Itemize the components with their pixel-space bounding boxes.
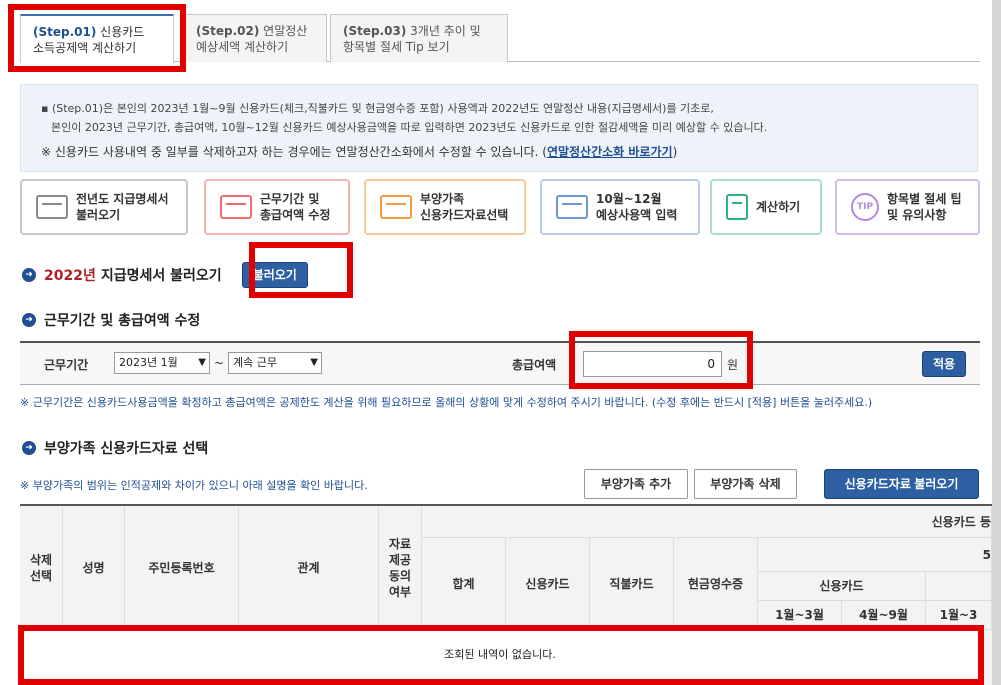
- tab-step-01[interactable]: (Step.01) 신용카드 소득공제액 계산하기: [20, 14, 174, 63]
- section-year: 2022년: [44, 268, 96, 284]
- step-tips[interactable]: TIP 항목별 절세 팁및 유의사항: [835, 179, 980, 235]
- load-card-data-button[interactable]: 신용카드자료 불러오기: [824, 469, 979, 499]
- info-line-1: ▪ (Step.01)은 본인의 2023년 1월~9월 신용카드(체크,직불카…: [41, 102, 714, 115]
- section-title: 근무기간 및 총급여액 수정: [44, 313, 201, 329]
- delete-dependent-button[interactable]: 부양가족 삭제: [694, 469, 797, 499]
- section-title: 지급명세서 불러오기: [100, 268, 222, 284]
- section-load-statement: ➜ 2022년 지급명세서 불러오기 불러오기: [22, 262, 308, 288]
- step-tabs: (Step.01) 신용카드 소득공제액 계산하기 (Step.02) 연말정산…: [20, 14, 980, 63]
- col-group-five: 5: [758, 538, 992, 572]
- tab-title: 3개년 추이 및: [410, 24, 481, 38]
- arrow-icon: ➜: [22, 313, 36, 327]
- scrollbar-track[interactable]: [992, 0, 1001, 685]
- col-group-card: 신용카드 등: [422, 506, 992, 538]
- section-title: 부양가족 신용카드자료 선택: [44, 441, 209, 457]
- tip-icon: TIP: [851, 193, 879, 221]
- col-name: 성명: [63, 506, 125, 630]
- col-rrn: 주민등록번호: [125, 506, 239, 630]
- info-line-2: 본인이 2023년 근무기간, 총급여액, 10월~12월 신용카드 예상사용금…: [51, 121, 768, 134]
- step-label: 총급여액 수정: [260, 208, 331, 222]
- step-label: 항목별 절세 팁: [887, 192, 962, 206]
- add-dependent-button[interactable]: 부양가족 추가: [584, 469, 688, 499]
- calendar-grid-icon: [220, 195, 252, 219]
- col-debit: 직불카드: [590, 538, 674, 630]
- select-value: 계속 근무: [233, 356, 277, 369]
- col-total: 합계: [422, 538, 506, 630]
- info-box: ▪ (Step.01)은 본인의 2023년 1월~9월 신용카드(체크,직불카…: [20, 84, 978, 172]
- select-value: 2023년 1월: [119, 356, 178, 369]
- tab-step-label: (Step.03): [343, 24, 407, 38]
- tab-title: 항목별 절세 Tip 보기: [343, 40, 450, 54]
- section-period-salary: ➜ 근무기간 및 총급여액 수정: [22, 310, 200, 330]
- section-dependents: ➜ 부양가족 신용카드자료 선택: [22, 438, 208, 458]
- tab-step-label: (Step.01): [33, 25, 97, 39]
- step-label: 예상사용액 입력: [596, 208, 678, 222]
- step-label: 부양가족: [420, 192, 465, 206]
- tab-step-label: (Step.02): [196, 24, 260, 38]
- arrow-icon: ➜: [22, 268, 36, 282]
- empty-message: 조회된 내역이 없습니다.: [20, 628, 980, 680]
- chevron-down-icon: ▼: [310, 357, 318, 368]
- step-edit-period[interactable]: 근무기간 및총급여액 수정: [204, 179, 350, 235]
- simplified-service-link[interactable]: 연말정산간소화 바로가기: [547, 145, 673, 159]
- page: (Step.01) 신용카드 소득공제액 계산하기 (Step.02) 연말정산…: [0, 0, 992, 685]
- salary-input[interactable]: 0: [583, 351, 722, 377]
- info-note-end: ): [672, 145, 678, 159]
- credit-card-icon: [556, 195, 588, 219]
- period-label: 근무기간: [44, 358, 89, 372]
- tab-step-03[interactable]: (Step.03) 3개년 추이 및 항목별 절세 Tip 보기: [330, 14, 508, 62]
- col-credit: 신용카드: [506, 538, 590, 630]
- chevron-down-icon: ▼: [198, 357, 206, 368]
- col-consent: 자료 제공 동의 여부: [379, 506, 422, 630]
- col-blank: [926, 572, 992, 601]
- step-label: 및 유의사항: [887, 208, 947, 222]
- step-label: 근무기간 및: [260, 192, 320, 206]
- step-label: 불러오기: [76, 208, 121, 222]
- arrow-icon: ➜: [22, 441, 36, 455]
- col-credit-sub: 신용카드: [758, 572, 926, 601]
- salary-unit: 원: [727, 358, 739, 372]
- tab-step-02[interactable]: (Step.02) 연말정산 예상세액 계산하기: [183, 14, 327, 62]
- step-label: 전년도 지급명세서: [76, 192, 169, 206]
- step-load-statement[interactable]: 전년도 지급명세서불러오기: [20, 179, 188, 235]
- info-note: ※ 신용카드 사용내역 중 일부를 삭제하고자 하는 경우에는 연말정산간소화에…: [41, 145, 547, 159]
- col-q1: 1월~3월: [758, 601, 842, 630]
- col-q3: 1월~3: [926, 601, 992, 630]
- period-tilde: ~: [214, 356, 225, 370]
- monitor-icon: [380, 195, 412, 219]
- salary-label: 총급여액: [512, 358, 557, 372]
- period-note: ※ 근무기간은 신용카드사용금액을 확정하고 총급여액은 공제한도 계산을 위해…: [20, 396, 873, 409]
- step-dependents[interactable]: 부양가족신용카드자료선택: [364, 179, 526, 235]
- period-salary-row: 근무기간 2023년 1월 ▼ ~ 계속 근무 ▼ 총급여액 0 원 적용: [20, 341, 980, 385]
- calendar-icon: [36, 195, 68, 219]
- period-end-select[interactable]: 계속 근무 ▼: [228, 352, 322, 374]
- step-label: 10월~12월: [596, 192, 662, 206]
- step-expected-usage[interactable]: 10월~12월예상사용액 입력: [540, 179, 700, 235]
- tab-title: 소득공제액 계산하기: [33, 41, 137, 55]
- dependents-note: ※ 부양가족의 범위는 인적공제와 차이가 있으니 아래 설명을 확인 바랍니다…: [20, 479, 368, 492]
- calculator-icon: [726, 194, 748, 220]
- tab-title: 연말정산: [263, 24, 308, 38]
- col-delete-select: 삭제 선택: [20, 506, 63, 630]
- apply-button[interactable]: 적용: [922, 351, 967, 377]
- process-steps: 전년도 지급명세서불러오기 근무기간 및총급여액 수정 부양가족신용카드자료선택…: [20, 179, 980, 235]
- info-line-3: ※ 신용카드 사용내역 중 일부를 삭제하고자 하는 경우에는 연말정산간소화에…: [41, 143, 977, 162]
- col-q2: 4월~9월: [842, 601, 926, 630]
- period-start-select[interactable]: 2023년 1월 ▼: [114, 352, 210, 374]
- step-label: 신용카드자료선택: [420, 208, 509, 222]
- step-label: 계산하기: [756, 200, 801, 214]
- tab-title: 예상세액 계산하기: [196, 40, 289, 54]
- col-cash: 현금영수증: [674, 538, 758, 630]
- step-calculate[interactable]: 계산하기: [710, 179, 822, 235]
- load-statement-button[interactable]: 불러오기: [241, 262, 308, 288]
- col-relation: 관계: [239, 506, 379, 630]
- tab-title: 신용카드: [100, 25, 145, 39]
